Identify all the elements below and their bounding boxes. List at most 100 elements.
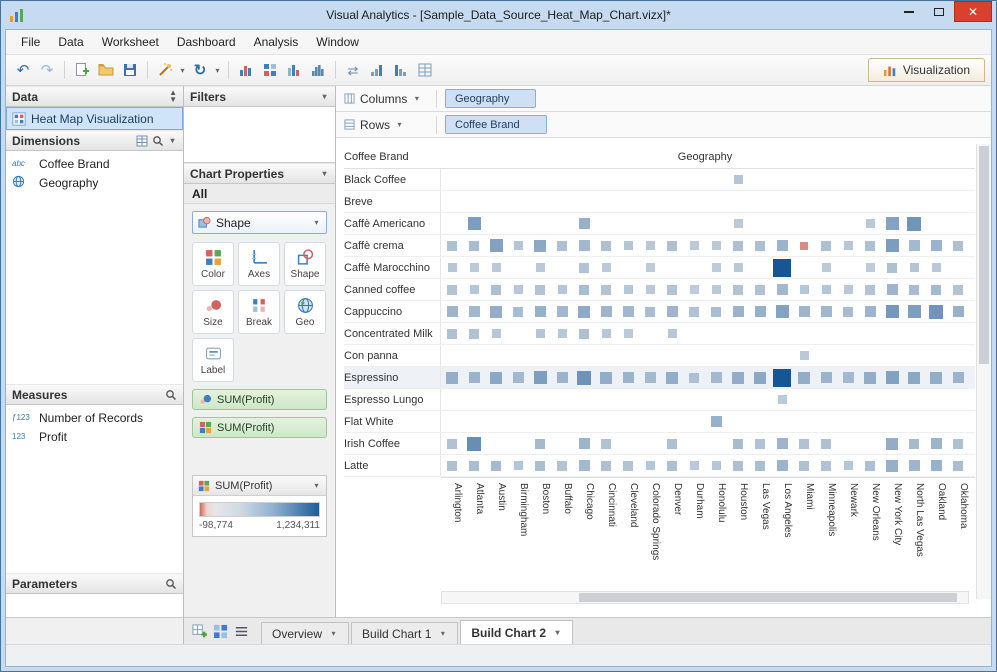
heatmap-cell[interactable]: [507, 455, 529, 476]
menu-worksheet[interactable]: Worksheet: [93, 31, 168, 53]
heatmap-cell[interactable]: [595, 279, 617, 300]
data-source-item[interactable]: Heat Map Visualization: [6, 107, 183, 130]
heatmap-cell[interactable]: [661, 279, 683, 300]
heatmap-mark[interactable]: [799, 460, 809, 471]
heatmap-cell[interactable]: [749, 345, 771, 366]
column-label[interactable]: Denver: [661, 478, 683, 589]
heatmap-cell[interactable]: [551, 345, 573, 366]
chevron-down-icon[interactable]: ▾: [178, 66, 187, 75]
column-label[interactable]: Cleveland: [617, 478, 639, 589]
heatmap-mark[interactable]: [865, 263, 875, 272]
heatmap-cell[interactable]: [573, 191, 595, 212]
heatmap-cell[interactable]: [661, 301, 683, 322]
heatmap-cell[interactable]: [485, 191, 507, 212]
heatmap-cell[interactable]: [727, 301, 749, 322]
chevron-down-icon[interactable]: ▾: [553, 628, 562, 637]
heatmap-cell[interactable]: [705, 389, 727, 410]
heatmap-cell[interactable]: [529, 235, 551, 256]
column-label[interactable]: Cincinnati: [595, 478, 617, 589]
search-icon[interactable]: [165, 389, 177, 401]
heatmap-cell[interactable]: [727, 389, 749, 410]
column-label[interactable]: Los Angeles: [771, 478, 793, 589]
horizontal-scrollbar[interactable]: [441, 591, 969, 604]
row-label[interactable]: Espressino: [344, 367, 441, 388]
heatmap-cell[interactable]: [881, 301, 903, 322]
heatmap-cell[interactable]: [771, 169, 793, 190]
heatmap-cell[interactable]: [859, 191, 881, 212]
heatmap-mark[interactable]: [490, 305, 502, 318]
heatmap-cell[interactable]: [463, 367, 485, 388]
heatmap-mark[interactable]: [667, 329, 677, 338]
menu-analysis[interactable]: Analysis: [245, 31, 308, 53]
heatmap-cell[interactable]: [749, 389, 771, 410]
chevron-down-icon[interactable]: ▾: [213, 66, 222, 75]
heatmap-mark[interactable]: [447, 284, 457, 295]
heatmap-mark[interactable]: [666, 306, 678, 317]
heatmap-mark[interactable]: [578, 305, 590, 318]
heatmap-cell[interactable]: [441, 235, 463, 256]
new-worksheet-tab-icon[interactable]: [192, 624, 207, 639]
column-label[interactable]: Minneapolis: [815, 478, 837, 589]
heatmap-cell[interactable]: [485, 169, 507, 190]
heatmap-mark[interactable]: [535, 263, 545, 272]
heatmap-cell[interactable]: [529, 367, 551, 388]
heatmap-cell[interactable]: [441, 433, 463, 454]
heatmap-cell[interactable]: [705, 411, 727, 432]
chevron-down-icon[interactable]: ▾: [320, 169, 329, 178]
undo-icon[interactable]: ↶: [12, 59, 34, 81]
heatmap-mark[interactable]: [623, 460, 633, 471]
heatmap-cell[interactable]: [771, 301, 793, 322]
heatmap-mark[interactable]: [886, 437, 898, 450]
heatmap-cell[interactable]: [793, 411, 815, 432]
heatmap-cell[interactable]: [749, 367, 771, 388]
heatmap-cell[interactable]: [793, 389, 815, 410]
heatmap-cell[interactable]: [925, 169, 947, 190]
heatmap-mark[interactable]: [755, 284, 765, 295]
heatmap-cell[interactable]: [705, 455, 727, 476]
heatmap-cell[interactable]: [705, 191, 727, 212]
sort-descending-icon[interactable]: [390, 59, 412, 81]
heatmap-cell[interactable]: [947, 213, 969, 234]
heatmap-cell[interactable]: [815, 345, 837, 366]
color-button[interactable]: Color: [192, 242, 234, 286]
column-label[interactable]: Chicago: [573, 478, 595, 589]
heatmap-cell[interactable]: [749, 257, 771, 278]
heatmap-cell[interactable]: [837, 411, 859, 432]
tab-build-chart-1[interactable]: Build Chart 1 ▾: [351, 622, 459, 644]
heatmap-cell[interactable]: [859, 213, 881, 234]
heatmap-mark[interactable]: [953, 240, 963, 251]
heatmap-mark[interactable]: [689, 306, 699, 317]
heatmap-mark[interactable]: [600, 306, 612, 317]
heatmap-cell[interactable]: [749, 301, 771, 322]
heatmap-mark[interactable]: [667, 438, 677, 449]
heatmap-cell[interactable]: [529, 389, 551, 410]
heatmap-cell[interactable]: [815, 191, 837, 212]
heatmap-cell[interactable]: [947, 257, 969, 278]
size-button[interactable]: Size: [192, 290, 234, 334]
heatmap-mark[interactable]: [645, 241, 655, 250]
heatmap-cell[interactable]: [485, 411, 507, 432]
heatmap-cell[interactable]: [529, 455, 551, 476]
heatmap-cell[interactable]: [463, 191, 485, 212]
heatmap-mark[interactable]: [864, 306, 876, 317]
heatmap-mark[interactable]: [469, 263, 479, 272]
heatmap-cell[interactable]: [749, 455, 771, 476]
heatmap-cell[interactable]: [639, 279, 661, 300]
heatmap-cell[interactable]: [595, 191, 617, 212]
heatmap-cell[interactable]: [903, 411, 925, 432]
heatmap-cell[interactable]: [595, 411, 617, 432]
heatmap-cell[interactable]: [837, 279, 859, 300]
heatmap-mark[interactable]: [908, 460, 920, 471]
chevron-down-icon[interactable]: ▾: [329, 629, 338, 638]
heatmap-mark[interactable]: [666, 371, 678, 384]
heatmap-cell[interactable]: [771, 279, 793, 300]
heatmap-cell[interactable]: [793, 323, 815, 344]
column-label[interactable]: Colorado Springs: [639, 478, 661, 589]
heatmap-mark[interactable]: [885, 239, 899, 252]
row-label[interactable]: Cappuccino: [344, 301, 441, 322]
heatmap-mark[interactable]: [535, 460, 545, 471]
heatmap-mark[interactable]: [821, 438, 831, 449]
heatmap-mark[interactable]: [754, 371, 766, 384]
heatmap-cell[interactable]: [661, 389, 683, 410]
heatmap-cell[interactable]: [529, 345, 551, 366]
